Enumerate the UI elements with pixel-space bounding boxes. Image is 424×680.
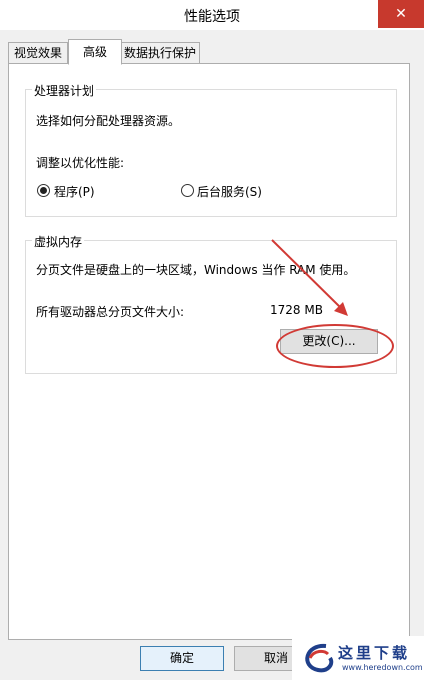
processor-group-title: 处理器计划 (32, 82, 97, 99)
total-paging-file-value: 1728 MB (270, 303, 323, 317)
radio-services-label[interactable]: 后台服务(S) (197, 183, 262, 200)
total-paging-file-label: 所有驱动器总分页文件大小: (36, 305, 185, 319)
site-watermark: 这里下载 www.heredown.com (292, 636, 424, 680)
watermark-text: 这里下载 (338, 644, 411, 662)
virtual-memory-group-title: 虚拟内存 (32, 233, 85, 250)
virtual-memory-description: 分页文件是硬盘上的一块区域，Windows 当作 RAM 使用。 (36, 263, 356, 277)
annotation-ellipse (276, 324, 394, 368)
processor-scheduling-group: 处理器计划 选择如何分配处理器资源。 调整以优化性能: 程序(P) 后台服务(S… (25, 82, 397, 217)
close-button[interactable]: ✕ (378, 0, 424, 28)
watermark-logo-icon (305, 643, 334, 673)
processor-description: 选择如何分配处理器资源。 (36, 114, 181, 128)
close-icon: ✕ (395, 6, 407, 22)
ok-button[interactable]: 确定 (140, 646, 224, 671)
title-bar: 性能选项 ✕ (0, 0, 424, 30)
watermark-url: www.heredown.com (342, 663, 423, 672)
tab-visual-effects[interactable]: 视觉效果 (8, 42, 68, 64)
radio-programs-label[interactable]: 程序(P) (54, 183, 95, 200)
tab-data-execution-prevention[interactable]: 数据执行保护 (120, 42, 200, 64)
window-title: 性能选项 (184, 9, 240, 25)
radio-services-circle[interactable] (181, 184, 194, 197)
tab-advanced[interactable]: 高级 (68, 39, 122, 65)
adjust-performance-label: 调整以优化性能: (36, 156, 125, 170)
radio-programs-circle[interactable] (37, 184, 50, 197)
